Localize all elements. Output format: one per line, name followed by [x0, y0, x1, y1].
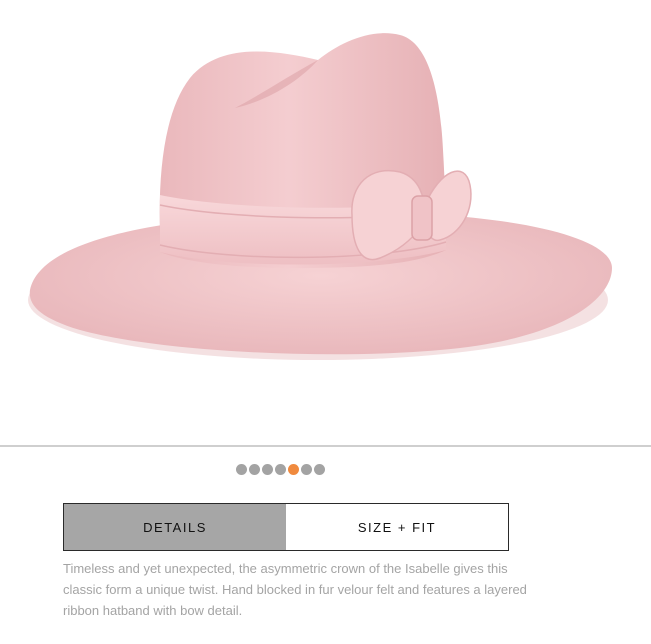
carousel-dot[interactable] [275, 464, 286, 475]
divider [0, 445, 651, 447]
product-tabs: DETAILS SIZE + FIT [63, 503, 509, 551]
carousel-dot[interactable] [314, 464, 325, 475]
product-image [0, 0, 651, 445]
carousel-dot[interactable] [301, 464, 312, 475]
hat-illustration [28, 33, 612, 360]
carousel-dot[interactable] [249, 464, 260, 475]
carousel-dots [236, 464, 325, 475]
tab-details[interactable]: DETAILS [64, 504, 286, 550]
product-description: Timeless and yet unexpected, the asymmet… [63, 561, 527, 618]
carousel-dot[interactable] [236, 464, 247, 475]
tab-size-fit[interactable]: SIZE + FIT [286, 504, 508, 550]
carousel-dot[interactable] [288, 464, 299, 475]
carousel-dot[interactable] [262, 464, 273, 475]
